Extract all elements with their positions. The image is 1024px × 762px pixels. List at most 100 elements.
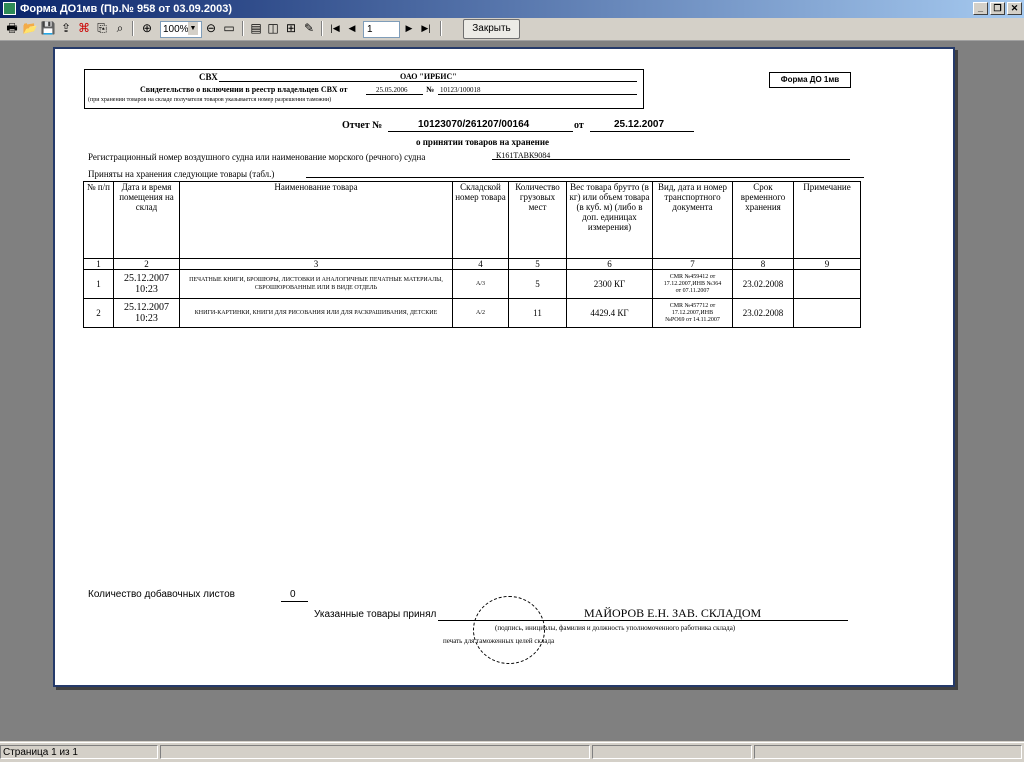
row-store-number: А/2 — [452, 298, 509, 328]
column-number: 5 — [508, 258, 567, 270]
first-page-icon[interactable]: |◀ — [327, 20, 343, 36]
restore-button[interactable]: ❐ — [990, 2, 1005, 15]
accepted-line — [306, 177, 864, 178]
row-date: 25.12.2007 — [124, 302, 169, 313]
edit-icon[interactable]: ✎ — [301, 20, 317, 36]
row-doc-line: CMR №457712 от — [669, 302, 716, 309]
chevron-down-icon[interactable]: ▼ — [188, 22, 198, 35]
accepted-by-value: МАЙОРОВ Е.Н. ЗАВ. СКЛАДОМ — [584, 606, 762, 620]
zoom-in-icon[interactable]: ⊕ — [139, 20, 155, 36]
row-weight: 4429.4 КГ — [566, 298, 653, 328]
row-goods-name: КНИГИ-КАРТИНКИ, КНИГИ ДЛЯ РИСОВАНИЯ ИЛИ … — [179, 298, 453, 328]
row-weight: 2300 КГ — [566, 269, 653, 299]
window-controls: _ ❐ ✕ — [973, 2, 1022, 15]
column-number: 9 — [793, 258, 861, 270]
window-title: Форма ДО1мв (Пр.№ 958 от 03.09.2003) — [20, 3, 232, 15]
table-row: 2 25.12.2007 10:23 КНИГИ-КАРТИНКИ, КНИГИ … — [83, 298, 861, 328]
minimize-button[interactable]: _ — [973, 2, 988, 15]
stamp-circle — [473, 596, 545, 664]
toolbar-separator — [132, 21, 134, 36]
column-number: 2 — [113, 258, 180, 270]
certificate-no-line — [438, 94, 637, 95]
column-number: 7 — [652, 258, 733, 270]
copy-icon[interactable]: ⎘ — [94, 20, 110, 36]
svh-line — [219, 81, 637, 82]
status-panel — [592, 745, 752, 759]
accepted-label: Приняты на хранения следующие товары (та… — [88, 169, 275, 179]
find-icon[interactable]: ⌕ — [112, 20, 128, 36]
save-icon[interactable]: 💾 — [40, 20, 56, 36]
print-icon[interactable]: 🖶 — [4, 20, 20, 36]
storage-note: (при хранении товаров на складе получате… — [88, 97, 332, 103]
report-subtitle: о принятии товаров на хранение — [416, 137, 550, 147]
report-date-line — [590, 131, 694, 132]
row-doc-line: от 07.11.2007 — [675, 287, 710, 294]
report-number-line — [388, 131, 573, 132]
header-cell: Вес товара брутто (в кг) или объем товар… — [566, 181, 653, 259]
header-cell: Складской номер товара — [452, 181, 509, 259]
row-time: 10:23 — [135, 284, 158, 295]
extra-sheets-value: 0 — [290, 589, 296, 600]
single-page-icon[interactable]: ▤ — [248, 20, 264, 36]
toolbar-separator — [242, 21, 244, 36]
report-label: Отчет № — [342, 120, 383, 131]
row-doc-line: 17.12.2007,ИНВ — [671, 309, 714, 316]
toolbar-separator — [321, 21, 323, 36]
certificate-no-label: № — [426, 85, 435, 94]
accepted-by-label: Указанные товары принял — [314, 609, 437, 620]
row-datetime: 25.12.2007 10:23 — [113, 298, 180, 328]
certificate-date: 25.05.2006 — [376, 86, 408, 94]
row-storage-term: 23.02.2008 — [732, 298, 794, 328]
row-note — [793, 269, 861, 299]
column-number-row: 1 2 3 4 5 6 7 8 9 — [83, 258, 861, 270]
title-bar: Форма ДО1мв (Пр.№ 958 от 03.09.2003) _ ❐… — [0, 0, 1024, 18]
report-number: 10123070/261207/00164 — [418, 119, 530, 130]
page-width-icon[interactable]: ▭ — [221, 20, 237, 36]
header-cell: Примечание — [793, 181, 861, 259]
row-doc-line: 17.12.2007,ИНВ №364 — [663, 280, 722, 287]
export-icon[interactable]: ⇪ — [58, 20, 74, 36]
header-cell: № п/п — [83, 181, 114, 259]
status-panel — [160, 745, 590, 759]
row-transport-doc: CMR №457712 от 17.12.2007,ИНВ №РО69 от 14.… — [652, 298, 733, 328]
pdf-icon[interactable]: ⌘ — [76, 20, 92, 36]
prev-page-icon[interactable]: ◀ — [344, 20, 360, 36]
next-page-icon[interactable]: ▶ — [401, 20, 417, 36]
form-badge: Форма ДО 1мв — [769, 72, 851, 88]
goods-table: № п/п Дата и время помещения на склад На… — [83, 181, 861, 328]
row-doc-line: №РО69 от 14.11.2007 — [665, 316, 720, 323]
row-date: 25.12.2007 — [124, 273, 169, 284]
column-number: 4 — [452, 258, 509, 270]
header-cell: Наименование товара — [179, 181, 453, 259]
table-header-row: № п/п Дата и время помещения на склад На… — [83, 181, 861, 259]
extra-sheets-line — [281, 601, 308, 602]
close-button[interactable]: Закрыть — [463, 19, 520, 39]
vessel-label: Регистрационный номер воздушного судна и… — [88, 152, 426, 162]
extra-sheets-label: Количество добавочных листов — [88, 589, 235, 600]
column-number: 1 — [83, 258, 114, 270]
svh-value: ОАО "ИРБИС" — [400, 72, 457, 81]
table-row: 1 25.12.2007 10:23 ПЕЧАТНЫЕ КНИГИ, БРОШЮР… — [83, 269, 861, 299]
vessel-line — [492, 159, 850, 160]
report-date: 25.12.2007 — [614, 119, 665, 130]
zoom-out-icon[interactable]: ⊖ — [203, 20, 219, 36]
header-cell: Дата и время помещения на склад — [113, 181, 180, 259]
open-icon[interactable]: 📂 — [22, 20, 38, 36]
two-pages-icon[interactable]: ◫ — [265, 20, 281, 36]
last-page-icon[interactable]: ▶| — [418, 20, 434, 36]
row-transport-doc: CMR №459412 от 17.12.2007,ИНВ №364 от 07.1… — [652, 269, 733, 299]
row-store-number: А/3 — [452, 269, 509, 299]
close-window-button[interactable]: ✕ — [1007, 2, 1022, 15]
app-icon — [3, 2, 16, 15]
row-note — [793, 298, 861, 328]
row-doc-line: CMR №459412 от — [669, 273, 716, 280]
row-datetime: 25.12.2007 10:23 — [113, 269, 180, 299]
page-setup-icon[interactable]: ⊞ — [283, 20, 299, 36]
status-bar: Страница 1 из 1 — [0, 742, 1024, 762]
header-cell: Срок временного хранения — [732, 181, 794, 259]
row-storage-term: 23.02.2008 — [732, 269, 794, 299]
column-number: 8 — [732, 258, 794, 270]
page-number-input[interactable]: 1 — [363, 21, 400, 38]
row-places: 5 — [508, 269, 567, 299]
report-from-label: от — [574, 120, 584, 131]
